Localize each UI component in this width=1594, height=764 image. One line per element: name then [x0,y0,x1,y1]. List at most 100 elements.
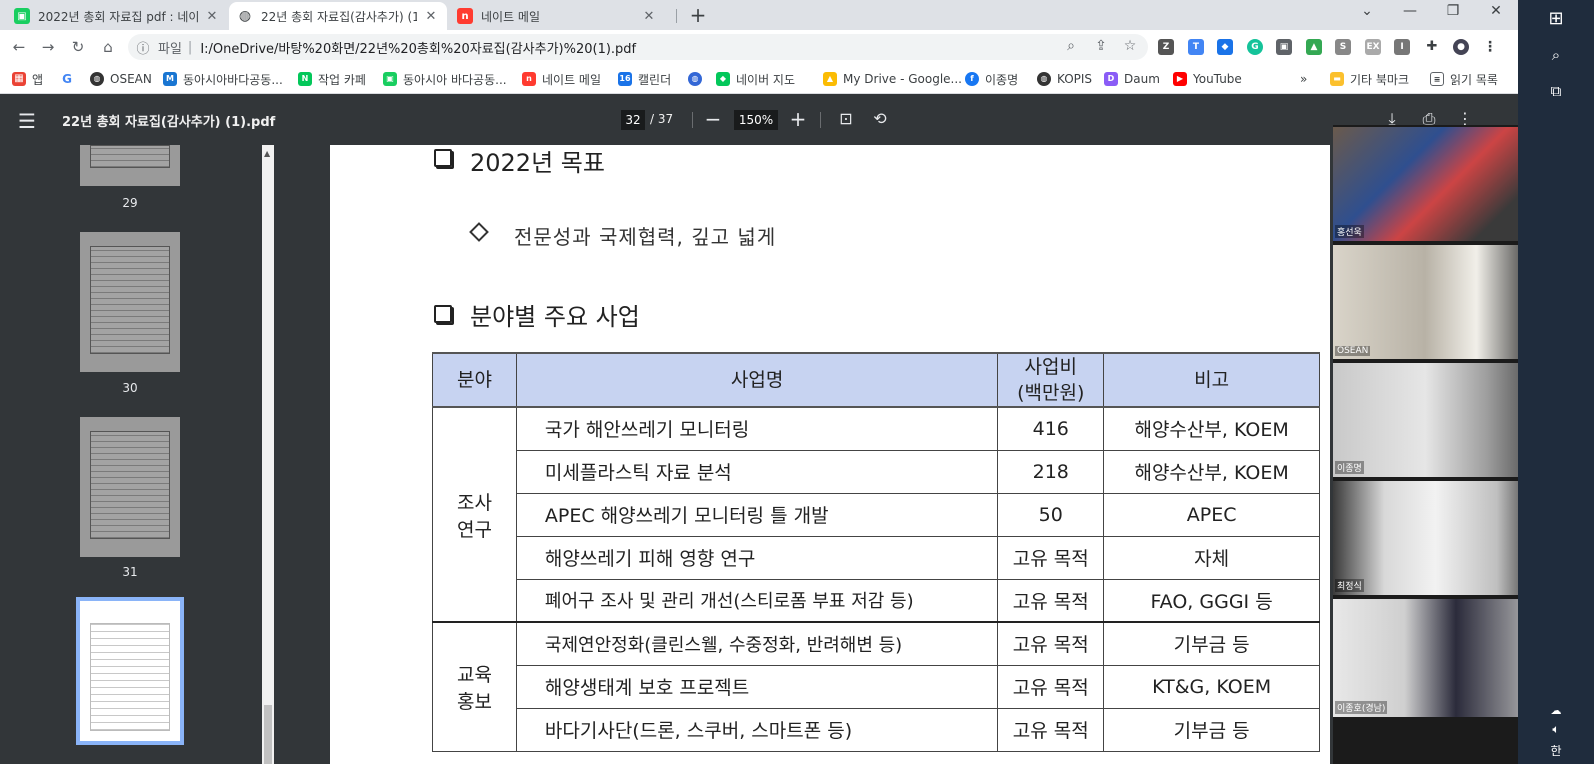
zoom-input[interactable]: 150% [734,110,778,130]
participant-name: 이종호(경남) [1335,701,1388,714]
close-tab-icon[interactable]: ✕ [641,9,657,24]
scroll-up-icon[interactable]: ▲ [264,149,270,158]
google-drive-icon: ▲ [823,72,837,86]
header-budget-line1: 사업비 [1024,356,1077,378]
video-tile[interactable]: 홍선욱 [1333,127,1538,241]
tab-title: 네이트 메일 [481,9,541,24]
back-icon[interactable]: ← [8,36,30,58]
tab-naver-pdf[interactable]: ▣ 2022년 총회 자료집 pdf : 네이버 ✕ [6,2,228,30]
bookmark-east-asia-1[interactable]: M 동아시아바다공동... [163,70,283,88]
project-note: APEC [1103,492,1320,537]
more-menu-icon[interactable]: ⋮ [1482,39,1498,55]
extension-box-icon[interactable]: ▣ [1276,39,1292,55]
calendar-icon: 16 [618,72,632,86]
ime-indicator[interactable]: 한 [1518,742,1594,759]
extension-z-icon[interactable]: Z [1158,39,1174,55]
extension-s-icon[interactable]: S [1335,39,1351,55]
bookmark-facebook[interactable]: f 이종명 [965,70,1018,88]
bookmark-osean[interactable]: ◍ OSEAN [90,70,152,88]
bookmark-google-drive[interactable]: ▲ My Drive - Google... [823,70,962,88]
profile-avatar[interactable]: ● [1453,39,1469,55]
bookmarks-bar: ▦ 앱 G ◍ OSEAN M 동아시아바다공동... N 작업 카페 ▣ 동아시아 바다… [0,64,1518,94]
bookmark-nate-mail[interactable]: n 네이트 메일 [522,70,601,88]
bookmark-reading-list[interactable]: ≡ 읽기 목록 [1430,70,1498,88]
globe-icon: ◍ [238,8,252,24]
thumbnail-page-29[interactable] [80,145,180,186]
project-note: FAO, GGGI 등 [1103,578,1320,623]
share-icon[interactable]: ⇪ [1092,38,1110,54]
scrollbar-thumb[interactable] [264,705,272,764]
sidebar-scrollbar[interactable]: ▲ [262,145,274,764]
extension-layer-icon[interactable]: ◆ [1217,39,1233,55]
close-tab-icon[interactable]: ✕ [204,9,220,24]
bookmark-cafe[interactable]: N 작업 카페 [298,70,366,88]
extension-i-icon[interactable]: I [1394,39,1410,55]
reload-icon[interactable]: ↻ [67,36,89,58]
bookmark-daum[interactable]: D Daum [1104,70,1160,88]
video-tile[interactable]: 최정식 [1333,481,1538,595]
rotate-icon[interactable]: ⟲ [870,109,890,128]
bookmark-label: 네이버 지도 [736,72,796,87]
header-budget: 사업비 (백만원) [997,352,1105,408]
bookmark-star-icon[interactable]: ☆ [1121,38,1139,54]
close-tab-icon[interactable]: ✕ [423,9,439,24]
video-tile[interactable]: 이종명 [1333,363,1538,477]
video-tile[interactable]: OSEAN [1333,245,1538,359]
windows-start-icon[interactable]: ⊞ [1518,8,1594,29]
bookmark-calendar[interactable]: 16 캘린더 [618,70,671,88]
translate-icon[interactable]: T [1188,39,1204,55]
zoom-out-button[interactable]: − [703,107,723,131]
bookmark-other[interactable]: ▬ 기타 북마크 [1330,70,1409,88]
thumbnail-page-31[interactable] [80,417,180,557]
network-icon[interactable]: ☁ [1518,704,1594,717]
hamburger-menu-icon[interactable]: ☰ [18,109,36,133]
grammarly-icon[interactable]: G [1247,39,1263,55]
bookmarks-overflow[interactable]: » [1300,70,1307,88]
bookmark-east-asia-2[interactable]: ▣ 동아시아 바다공동... [383,70,507,88]
youtube-icon: ▶ [1173,72,1187,86]
tab-pdf-active[interactable]: ◍ 22년 총회 자료집(감사추가) (1).p ✕ [229,2,447,30]
minimize-icon[interactable]: — [1398,3,1422,19]
table-row: 미세플라스틱 자료 분석 218 해양수산부, KOEM [433,449,1320,494]
search-icon[interactable]: ⌕ [1518,46,1594,64]
home-icon[interactable]: ⌂ [97,36,119,58]
bookmark-apps[interactable]: ▦ 앱 [12,70,43,88]
bookmark-label: 이종명 [985,72,1019,87]
close-window-icon[interactable]: ✕ [1484,3,1508,19]
address-bar[interactable]: ⓘ 파일 | I:/OneDrive/바탕%20화면/22년%20총회%20자료… [128,34,1148,60]
forward-icon[interactable]: → [37,36,59,58]
project-name: 해양생태계 보호 프로젝트 [515,664,999,709]
video-tile[interactable]: 이종호(경남) [1333,599,1538,717]
project-name: 해양쓰레기 피해 영향 연구 [515,535,999,580]
bookmark-youtube[interactable]: ▶ YouTube [1173,70,1242,88]
info-icon[interactable]: ⓘ [128,38,158,57]
task-view-icon[interactable]: ⧉ [1518,82,1594,100]
bookmark-google[interactable]: G [60,70,80,88]
tab-search-icon[interactable]: ⌄ [1355,3,1379,19]
project-note: KT&G, KOEM [1103,664,1320,709]
page-number-input[interactable]: 32 [621,110,645,130]
project-budget: 50 [997,492,1105,537]
fit-to-page-icon[interactable]: ⊡ [836,109,856,128]
volume-icon[interactable]: 🔈︎ [1518,722,1594,737]
naver-map-icon: ◆ [716,72,730,86]
naver-icon: N [298,72,312,86]
bookmark-naver-map[interactable]: ◆ 네이버 지도 [716,70,795,88]
project-budget: 고유 목적 [997,578,1105,623]
tab-nate-mail[interactable]: n 네이트 메일 ✕ [449,2,665,30]
restore-icon[interactable]: ❐ [1441,3,1465,19]
bookmark-globe[interactable]: ◍ [688,70,708,88]
zoom-in-button[interactable]: + [788,107,808,131]
thumbnail-page-32[interactable] [76,597,184,745]
extension-ex-icon[interactable]: EX [1365,39,1381,55]
new-tab-icon[interactable]: + [686,3,710,27]
thumbnail-page-30[interactable] [80,232,180,372]
project-name: 국가 해안쓰레기 모니터링 [515,406,999,451]
extensions-puzzle-icon[interactable]: ✚ [1424,39,1440,55]
google-drive-icon[interactable]: ▲ [1306,39,1322,55]
reading-list-icon: ≡ [1430,72,1444,86]
bookmark-kopis[interactable]: ◍ KOPIS [1037,70,1092,88]
globe-icon: ◍ [90,72,104,86]
participant-name: 최정식 [1335,579,1364,592]
zoom-icon[interactable]: ⌕ [1062,38,1080,54]
